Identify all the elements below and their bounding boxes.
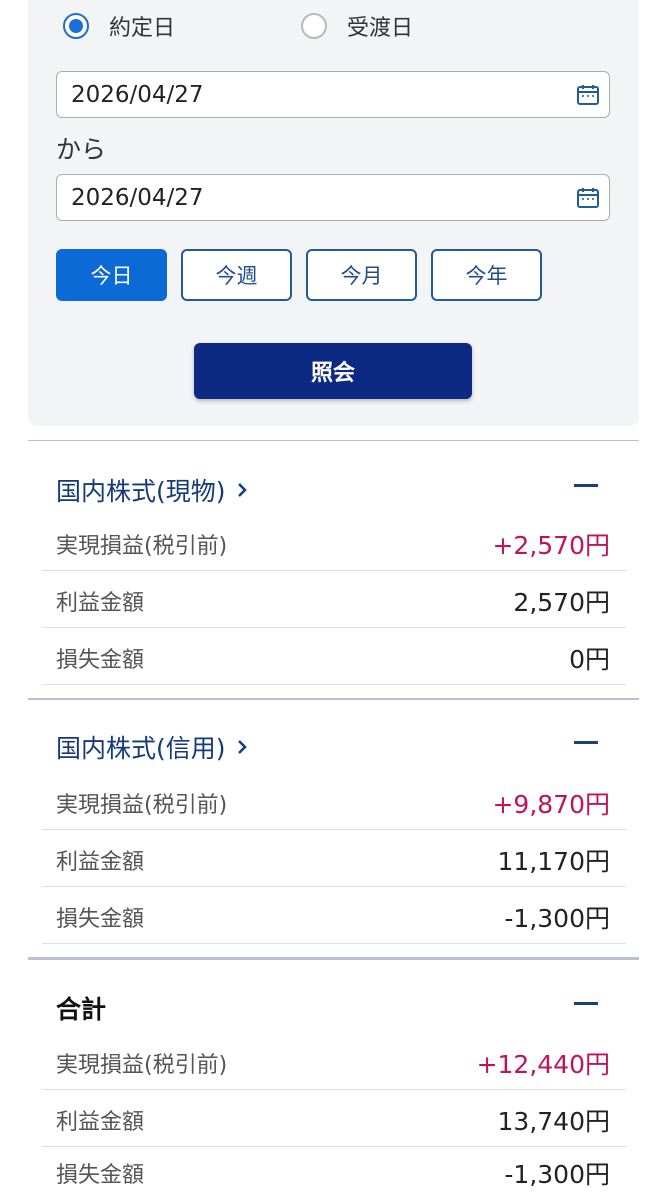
- section-title-total: 合計: [56, 995, 107, 1024]
- row-label: 実現損益(税引前): [56, 793, 228, 818]
- row-value: 0円: [569, 645, 610, 674]
- period-month-button[interactable]: 今月: [306, 249, 417, 301]
- row-label: 実現損益(税引前): [56, 1053, 228, 1078]
- date-type-radio-group: 約定日 受渡日: [63, 8, 603, 44]
- row-value: -1,300円: [504, 904, 610, 933]
- section-title-margin-label: 国内株式(信用): [56, 734, 226, 763]
- row-label: 利益金額: [56, 850, 145, 875]
- table-row: 実現損益(税引前) +9,870円: [42, 773, 626, 830]
- row-label: 利益金額: [56, 591, 145, 616]
- radio-trade-date-indicator: [63, 13, 89, 39]
- date-from-input[interactable]: 2026/04/27: [56, 71, 610, 118]
- date-to-value: 2026/04/27: [71, 184, 204, 211]
- chevron-right-icon: [237, 483, 247, 497]
- row-label: 利益金額: [56, 1110, 145, 1135]
- table-row: 利益金額 13,740円: [42, 1090, 626, 1147]
- row-value: 13,740円: [497, 1107, 610, 1136]
- table-row: 利益金額 11,170円: [42, 830, 626, 887]
- radio-settlement-date-label: 受渡日: [347, 16, 414, 41]
- table-row: 損失金額 -1,300円: [42, 887, 626, 944]
- section-divider: [28, 440, 639, 441]
- table-row: 損失金額 -1,300円: [42, 1143, 626, 1200]
- date-to-input[interactable]: 2026/04/27: [56, 174, 610, 221]
- radio-settlement-date-indicator: [301, 13, 327, 39]
- row-label: 損失金額: [56, 648, 145, 673]
- section-title-margin[interactable]: 国内株式(信用): [56, 729, 248, 765]
- row-value: +9,870円: [492, 790, 610, 819]
- date-from-value: 2026/04/27: [71, 81, 204, 108]
- calendar-icon[interactable]: [576, 186, 600, 210]
- section-divider: [28, 698, 639, 700]
- table-row: 実現損益(税引前) +12,440円: [42, 1033, 626, 1090]
- radio-trade-date-label: 約定日: [109, 16, 176, 41]
- range-separator: から: [56, 135, 107, 164]
- row-label: 損失金額: [56, 907, 145, 932]
- row-label: 損失金額: [56, 1163, 145, 1188]
- calendar-icon[interactable]: [576, 83, 600, 107]
- row-value: 11,170円: [497, 847, 610, 876]
- table-row: 損失金額 0円: [42, 628, 626, 685]
- collapse-total-button[interactable]: [572, 990, 600, 1018]
- section-title-spot[interactable]: 国内株式(現物): [56, 472, 248, 508]
- query-button[interactable]: 照会: [194, 343, 472, 399]
- section-divider: [28, 957, 639, 960]
- row-value: +2,570円: [492, 531, 610, 560]
- row-value: -1,300円: [504, 1160, 610, 1189]
- collapse-margin-button[interactable]: [572, 729, 600, 757]
- row-value: +12,440円: [476, 1050, 610, 1079]
- period-week-button[interactable]: 今週: [181, 249, 292, 301]
- radio-settlement-date[interactable]: 受渡日: [301, 8, 413, 44]
- chevron-right-icon: [237, 740, 247, 754]
- row-value: 2,570円: [513, 588, 610, 617]
- collapse-spot-button[interactable]: [572, 472, 600, 500]
- section-title-spot-label: 国内株式(現物): [56, 477, 226, 506]
- radio-trade-date[interactable]: 約定日: [63, 8, 175, 44]
- period-year-button[interactable]: 今年: [431, 249, 542, 301]
- table-row: 実現損益(税引前) +2,570円: [42, 514, 626, 571]
- row-label: 実現損益(税引前): [56, 534, 228, 559]
- period-today-button[interactable]: 今日: [56, 249, 167, 301]
- table-row: 利益金額 2,570円: [42, 571, 626, 628]
